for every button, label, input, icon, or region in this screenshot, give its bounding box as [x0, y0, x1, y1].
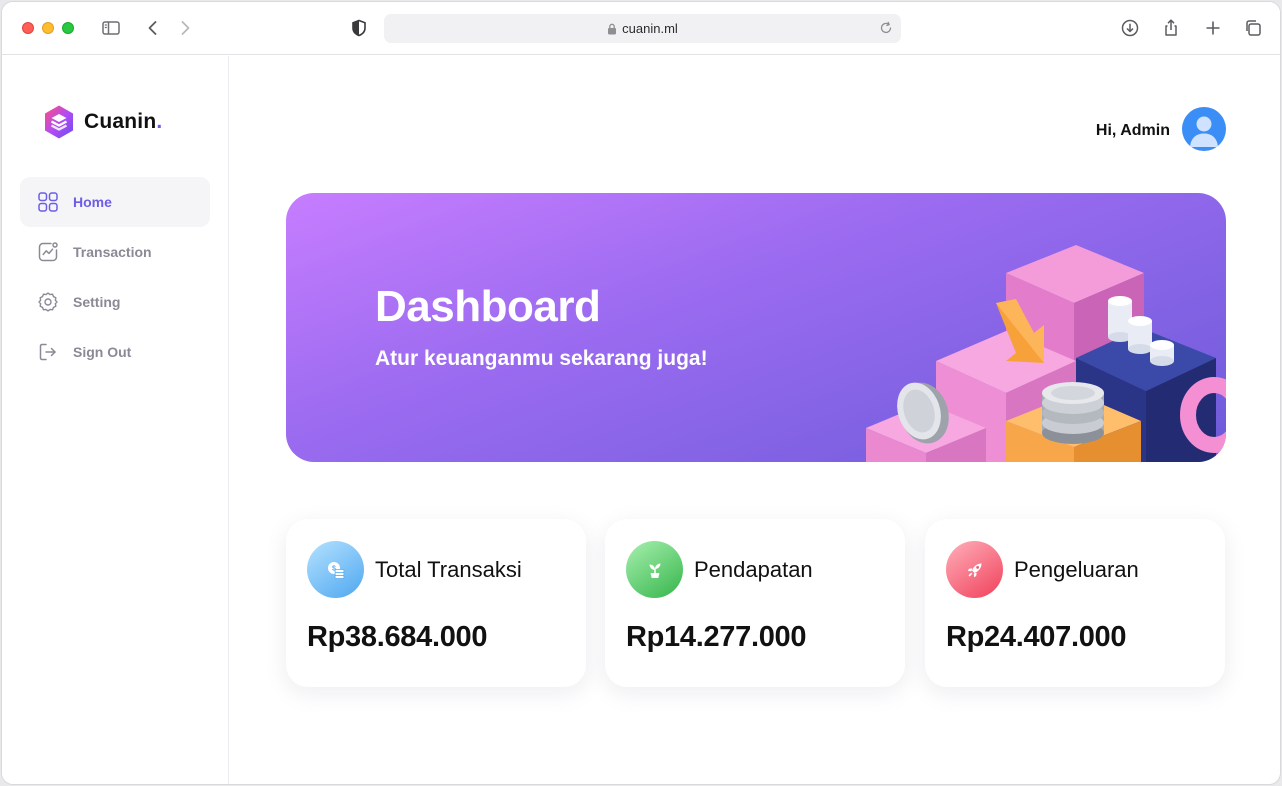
zoom-window-button[interactable]: [62, 22, 74, 34]
card-title: Pendapatan: [694, 557, 813, 582]
grid-icon: [37, 191, 59, 213]
banner-illustration: [866, 245, 1226, 462]
reload-icon[interactable]: [879, 21, 893, 35]
pendapatan-card[interactable]: Pendapatan Rp14.277.000: [605, 519, 905, 687]
browser-window: cuanin.ml Cuanin. Home Transaction Setti…: [1, 1, 1281, 785]
card-value: Rp38.684.000: [307, 621, 488, 653]
pengeluaran-card[interactable]: Pengeluaran Rp24.407.000: [925, 519, 1225, 687]
coin-stack-icon: [1042, 382, 1104, 444]
sidebar-toggle-icon[interactable]: [100, 17, 122, 39]
url-text: cuanin.ml: [622, 21, 678, 36]
new-tab-icon[interactable]: [1202, 17, 1224, 39]
card-title: Total Transaksi: [375, 557, 522, 582]
svg-text:$: $: [332, 565, 336, 572]
sidebar-item-label: Setting: [73, 294, 121, 310]
brand-name: Cuanin.: [84, 110, 163, 133]
avatar[interactable]: [1182, 107, 1226, 151]
address-bar[interactable]: cuanin.ml: [384, 14, 901, 43]
card-value: Rp14.277.000: [626, 621, 807, 653]
chart-icon: [37, 241, 59, 263]
logo-icon: [45, 105, 73, 139]
sidebar-item-sign-out[interactable]: Sign Out: [20, 327, 210, 377]
coins-icon: $: [307, 541, 364, 598]
banner-subtitle: Atur keuanganmu sekarang juga!: [375, 347, 708, 370]
brand-logo[interactable]: Cuanin.: [42, 104, 162, 140]
forward-icon[interactable]: [174, 17, 196, 39]
browser-toolbar: cuanin.ml: [2, 2, 1280, 55]
minimize-window-button[interactable]: [42, 22, 54, 34]
summary-cards: $ Total Transaksi Rp38.684.000 Pendapata…: [286, 519, 1226, 687]
lock-icon: [607, 23, 617, 35]
greeting-text: Hi, Admin: [1095, 122, 1170, 139]
shield-icon[interactable]: [348, 17, 370, 39]
rocket-icon: [946, 541, 1003, 598]
download-icon[interactable]: [1119, 17, 1141, 39]
banner-title: Dashboard: [375, 282, 601, 331]
sidebar-item-home[interactable]: Home: [20, 177, 210, 227]
tabs-overview-icon[interactable]: [1242, 17, 1264, 39]
back-icon[interactable]: [142, 17, 164, 39]
sidebar-item-label: Home: [73, 194, 112, 210]
dashboard-banner: Dashboard Atur keuanganmu sekarang juga!: [286, 193, 1226, 462]
sidebar-item-label: Sign Out: [73, 344, 132, 360]
gear-icon: [37, 291, 59, 313]
total-transaksi-card[interactable]: $ Total Transaksi Rp38.684.000: [286, 519, 586, 687]
user-icon: [1190, 116, 1218, 147]
sidebar-item-transaction[interactable]: Transaction: [20, 227, 210, 277]
card-value: Rp24.407.000: [946, 621, 1127, 653]
main-content: Hi, Admin Dashboard Atur keuanganmu seka…: [230, 56, 1280, 784]
sidebar-item-setting[interactable]: Setting: [20, 277, 210, 327]
sidebar-nav: Home Transaction Setting Sign Out: [20, 177, 210, 377]
sidebar: Cuanin. Home Transaction Setting Sign Ou…: [2, 56, 229, 784]
sidebar-item-label: Transaction: [73, 244, 152, 260]
plant-icon: [626, 541, 683, 598]
brand-dot: .: [156, 110, 163, 133]
sign-out-icon: [37, 341, 59, 363]
share-icon[interactable]: [1160, 17, 1182, 39]
card-title: Pengeluaran: [1014, 557, 1139, 582]
close-window-button[interactable]: [22, 22, 34, 34]
